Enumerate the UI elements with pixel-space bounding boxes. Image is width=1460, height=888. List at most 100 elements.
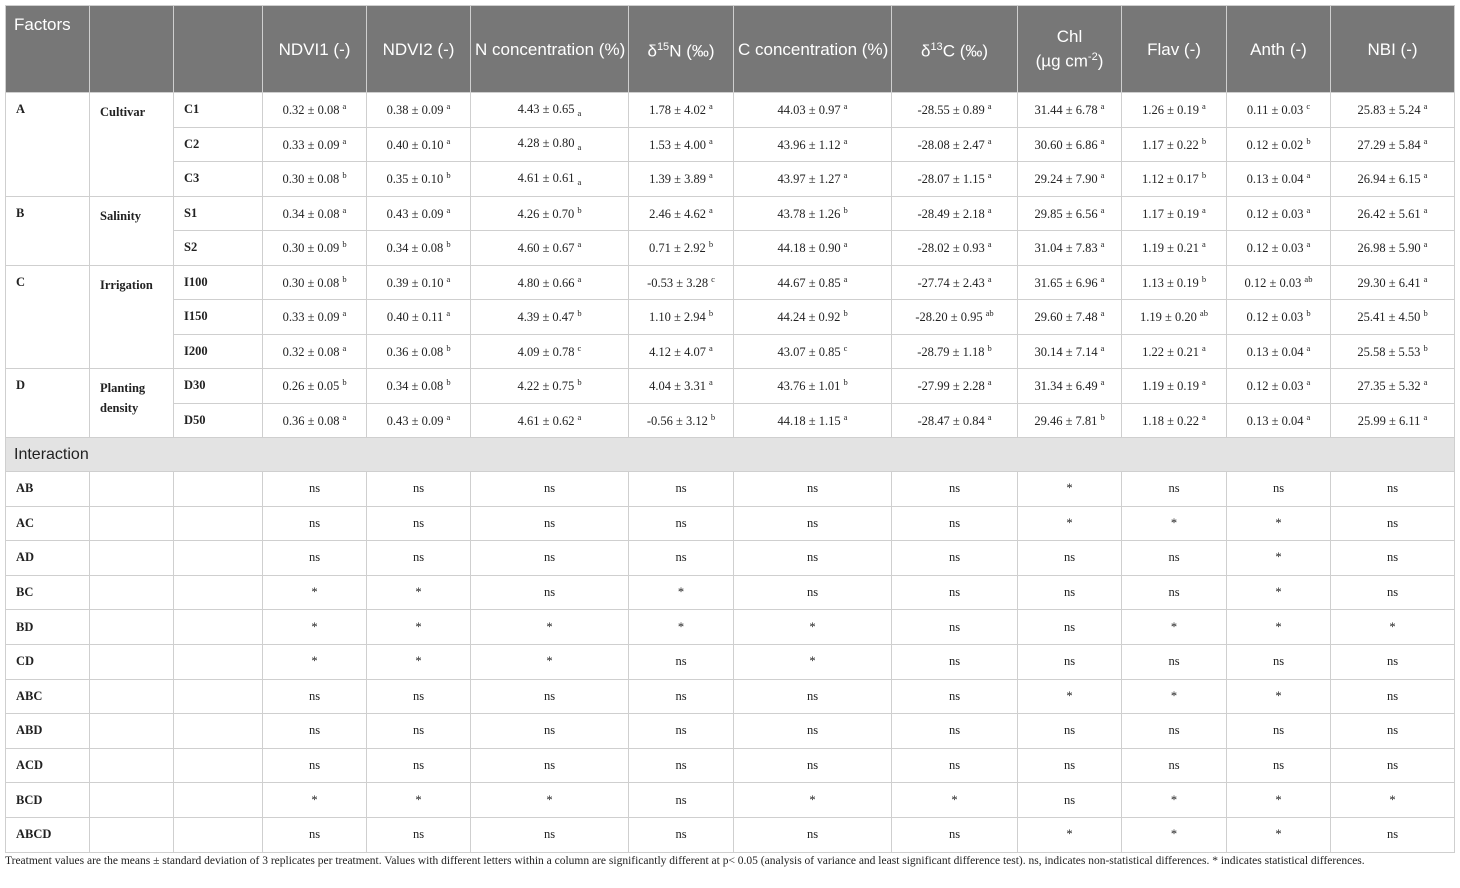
table-footnote: Treatment values are the means ± standar… bbox=[5, 855, 1365, 867]
significance-letter: a bbox=[342, 204, 347, 215]
value-text: 29.30 ± 6.41 bbox=[1357, 275, 1421, 290]
interaction-value: * bbox=[733, 643, 892, 680]
interaction-value: * bbox=[470, 782, 629, 818]
value-text: 0.12 ± 0.03 bbox=[1246, 379, 1304, 394]
significance-letter: a bbox=[446, 308, 451, 319]
significance-letter: a bbox=[1202, 411, 1206, 422]
value-cell: 1.18 ± 0.22 a bbox=[1121, 402, 1227, 438]
significance-letter: a bbox=[709, 170, 713, 181]
significance-letter: a bbox=[1423, 170, 1428, 181]
value-text: 4.22 ± 0.75 bbox=[517, 379, 575, 394]
header-chl-sup: -2 bbox=[1087, 51, 1098, 64]
significance-letter: a bbox=[577, 239, 582, 250]
factor-name: Cultivar bbox=[89, 92, 174, 197]
results-table: Factors NDVI1 (-) NDVI2 (-) N concentrat… bbox=[5, 5, 1455, 853]
significance-letter: b bbox=[843, 308, 848, 319]
significance-letter: b bbox=[1201, 135, 1207, 146]
value-cell: 4.09 ± 0.78 c bbox=[470, 333, 629, 369]
interaction-value: ns bbox=[628, 643, 734, 680]
significance-letter: b bbox=[342, 239, 347, 250]
value-text: 44.03 ± 0.97 bbox=[777, 103, 841, 118]
header-factors: Factors bbox=[5, 5, 90, 93]
interaction-value: ns bbox=[628, 816, 734, 853]
level-label: I150 bbox=[173, 299, 263, 335]
significance-letter: a bbox=[1423, 273, 1428, 284]
value-text: 0.12 ± 0.03 bbox=[1246, 206, 1304, 221]
significance-letter: b bbox=[1306, 135, 1311, 146]
value-cell: 0.71 ± 2.92 b bbox=[628, 230, 734, 266]
value-cell: -28.79 ± 1.18 b bbox=[891, 333, 1018, 369]
significance-letter: b bbox=[1423, 342, 1428, 353]
empty-cell bbox=[173, 574, 263, 611]
interaction-value: * bbox=[1330, 782, 1455, 818]
table-row: C Irrigation I100 0.30 ± 0.08 b 0.39 ± 0.10 a 4… bbox=[5, 264, 1455, 369]
interaction-label: AD bbox=[5, 540, 90, 576]
header-c-concentration: C concentration (%) bbox=[733, 5, 892, 93]
interaction-value: * bbox=[1226, 574, 1331, 611]
significance-letter: a bbox=[709, 377, 713, 388]
significance-letter: a bbox=[987, 101, 992, 112]
interaction-row: BC * * ns * ns ns ns ns * ns bbox=[5, 574, 1455, 611]
significance-letter: ab bbox=[985, 308, 994, 319]
value-text: 0.26 ± 0.05 bbox=[282, 379, 340, 394]
significance-letter: a bbox=[1306, 204, 1311, 215]
interaction-value: ns bbox=[733, 713, 892, 749]
significance-letter: a bbox=[1100, 377, 1105, 388]
interaction-value: * bbox=[366, 609, 471, 645]
significance-letter: b bbox=[1201, 273, 1207, 284]
table-row: C2 0.33 ± 0.09 a 0.40 ± 0.10 a 4.28 ± 0.80 a 1.… bbox=[6, 126, 1455, 162]
significance-letter: a bbox=[709, 204, 713, 215]
value-cell: 0.12 ± 0.03 b bbox=[1226, 299, 1331, 335]
value-cell: 27.29 ± 5.84 a bbox=[1330, 126, 1455, 162]
value-cell: 0.40 ± 0.10 a bbox=[366, 126, 471, 162]
value-text: 0.43 ± 0.09 bbox=[386, 206, 444, 221]
value-text: 30.14 ± 7.14 bbox=[1034, 344, 1098, 359]
value-cell: 4.22 ± 0.75 b bbox=[470, 368, 629, 404]
significance-letter: b bbox=[446, 377, 451, 388]
interaction-value: ns bbox=[470, 816, 629, 853]
significance-letter: a bbox=[987, 135, 992, 146]
interaction-value: * bbox=[1226, 505, 1331, 542]
value-text: -27.99 ± 2.28 bbox=[917, 379, 985, 394]
interaction-label: BCD bbox=[5, 782, 90, 818]
interaction-value: ns bbox=[1226, 471, 1331, 507]
significance-letter: a bbox=[1202, 101, 1206, 112]
value-cell: -27.74 ± 2.43 a bbox=[891, 264, 1018, 300]
value-cell: 0.34 ± 0.08 b bbox=[366, 230, 471, 266]
empty-cell bbox=[89, 782, 174, 818]
level-label: D30 bbox=[173, 368, 263, 404]
interaction-value: ns bbox=[1121, 471, 1227, 507]
significance-letter: a bbox=[987, 411, 992, 422]
value-text: 0.71 ± 2.92 bbox=[648, 241, 706, 256]
significance-letter: b bbox=[577, 377, 582, 388]
significance-letter: a bbox=[577, 176, 582, 187]
significance-letter: a bbox=[987, 170, 992, 181]
value-cell: 0.12 ± 0.03 a bbox=[1226, 195, 1331, 231]
interaction-row: AB ns ns ns ns ns ns * ns ns ns bbox=[5, 471, 1455, 507]
value-cell: 1.17 ± 0.22 b bbox=[1121, 126, 1227, 162]
value-cell: 43.07 ± 0.85 c bbox=[733, 333, 892, 369]
table-row: B Salinity S1 0.34 ± 0.08 a 0.43 ± 0.09 a 4.26 … bbox=[5, 195, 1455, 266]
value-cell: -0.56 ± 3.12 b bbox=[628, 402, 734, 438]
significance-letter: a bbox=[577, 273, 582, 284]
header-nbi: NBI (-) bbox=[1330, 5, 1455, 93]
empty-cell bbox=[173, 540, 263, 576]
interaction-value: ns bbox=[470, 713, 629, 749]
interaction-value: ns bbox=[1330, 540, 1455, 576]
interaction-row: BD * * * * * ns ns * * * bbox=[5, 609, 1455, 645]
value-text: 4.80 ± 0.66 bbox=[517, 275, 575, 290]
value-text: 1.22 ± 0.21 bbox=[1142, 344, 1200, 359]
value-text: 25.99 ± 6.11 bbox=[1357, 413, 1421, 428]
empty-cell bbox=[173, 505, 263, 542]
significance-letter: a bbox=[577, 142, 582, 153]
interaction-value: ns bbox=[366, 816, 471, 853]
value-text: 44.18 ± 1.15 bbox=[777, 413, 841, 428]
value-text: 0.36 ± 0.08 bbox=[386, 344, 444, 359]
value-cell: 1.22 ± 0.21 a bbox=[1121, 333, 1227, 369]
interaction-value: ns bbox=[1330, 505, 1455, 542]
empty-cell bbox=[173, 713, 263, 749]
level-label: C2 bbox=[173, 126, 263, 162]
factor-name: Irrigation bbox=[89, 264, 174, 369]
value-text: 44.24 ± 0.92 bbox=[777, 310, 841, 325]
interaction-row: BCD * * * ns * * ns * * * bbox=[5, 782, 1455, 818]
